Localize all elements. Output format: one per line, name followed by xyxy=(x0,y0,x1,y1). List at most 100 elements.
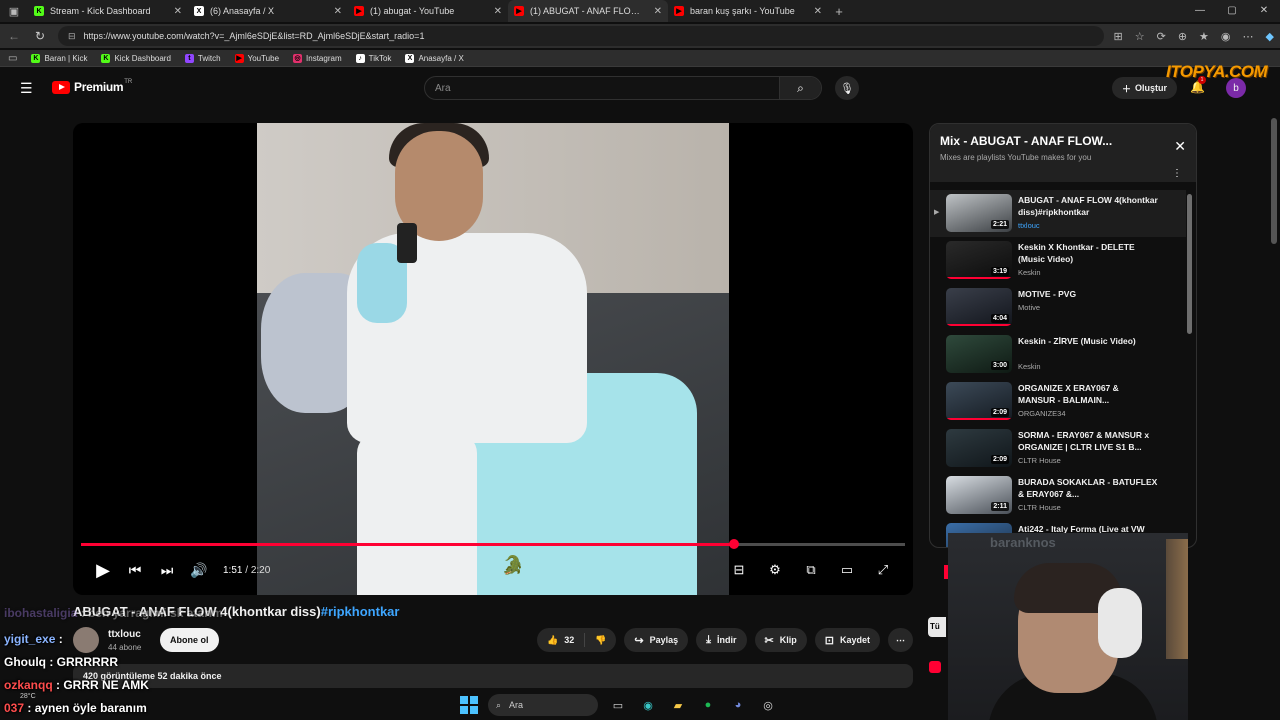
item-author: CLTR House xyxy=(1018,503,1061,512)
new-tab-button[interactable]: + xyxy=(828,4,850,19)
more-vertical-icon[interactable]: ⋮ xyxy=(1172,168,1182,179)
tab-close-icon[interactable]: ✕ xyxy=(334,6,342,17)
share-button[interactable]: ↪ Paylaş xyxy=(624,628,689,652)
item-title: MOTIVE - PVG xyxy=(1018,289,1077,299)
playlist-item[interactable]: 4:04 MOTIVE - PVG Motive xyxy=(930,284,1186,331)
bookmark-item[interactable]: X Anasayfa / X xyxy=(405,53,464,63)
video-player[interactable]: 🐊 ▶ ⏮ ⏭ 🔊 1:51 / 2:20 ⊟ ⚙ ⧉ ▭ ⤢ xyxy=(73,123,913,595)
notifications-button[interactable]: 🔔 1 xyxy=(1190,76,1206,94)
bookmarks-toggle-icon[interactable]: ▭ xyxy=(8,53,17,64)
previous-icon[interactable]: ⏮ xyxy=(119,562,151,579)
copilot-icon[interactable]: ◆ xyxy=(1266,30,1274,43)
subtitles-icon[interactable]: ⊟ xyxy=(723,562,755,578)
youtube-icon: ▶ xyxy=(354,6,364,16)
playlist-item[interactable]: ▶ 2:21 ABUGAT - ANAF FLOW 4(khontkar dis… xyxy=(930,190,1186,237)
next-icon[interactable]: ⏭ xyxy=(151,562,183,579)
fullscreen-icon[interactable]: ⤢ xyxy=(867,562,899,578)
playlist-thumbnail: 4:04 xyxy=(946,288,1012,326)
browser-tab[interactable]: K Stream - Kick Dashboard ✕ xyxy=(28,0,188,22)
tab-close-icon[interactable]: ✕ xyxy=(494,6,502,17)
obs-icon[interactable]: ◎ xyxy=(758,695,778,715)
chat-username[interactable]: yigit_exe xyxy=(4,632,55,646)
volume-icon[interactable]: 🔊 xyxy=(183,562,215,579)
apps-icon[interactable]: ⊞ xyxy=(1114,30,1123,43)
settings-gear-icon[interactable]: ⚙ xyxy=(759,562,791,578)
sponsor-watermark: ITOPYA.COM xyxy=(1166,62,1268,81)
hashtag-link[interactable]: #ripkhontkar xyxy=(321,604,400,619)
bookmark-item[interactable]: K Kick Dashboard xyxy=(101,53,171,63)
like-button[interactable]: 👍 32 xyxy=(537,628,584,652)
side-chip[interactable]: Tü xyxy=(928,617,946,637)
progress-bar[interactable] xyxy=(81,539,905,549)
search-button[interactable]: ⌕ xyxy=(779,77,821,99)
browser-tab[interactable]: ▶ baran kuş şarkı - YouTube ✕ xyxy=(668,0,828,22)
weather-widget[interactable]: 28°C xyxy=(20,693,36,700)
subscribe-button[interactable]: Abone ol xyxy=(160,628,219,652)
bookmark-item[interactable]: ▶ YouTube xyxy=(234,53,279,63)
favorites-icon[interactable]: ★ xyxy=(1199,30,1209,43)
more-menu-icon[interactable]: ⋯ xyxy=(1243,30,1254,43)
taskbar-search[interactable]: ⌕ Ara xyxy=(488,694,598,716)
tab-close-icon[interactable]: ✕ xyxy=(814,6,822,17)
profile-icon[interactable]: ◉ xyxy=(1221,30,1231,43)
split-screen-icon[interactable]: ⊕ xyxy=(1178,30,1187,43)
channel-avatar[interactable] xyxy=(73,627,99,653)
bookmark-item[interactable]: ◎ Instagram xyxy=(293,53,342,63)
reload-button[interactable]: ↻ xyxy=(32,29,48,43)
playlist-item[interactable]: 2:09 ORGANIZE X ERAY067 & MANSUR - BALMA… xyxy=(930,378,1186,425)
back-button[interactable]: ← xyxy=(6,29,22,43)
guide-menu-icon[interactable]: ☰ xyxy=(20,80,33,97)
bookmark-item[interactable]: K Baran | Kick xyxy=(31,53,87,63)
playlist-item[interactable]: 3:00 Keskin - ZİRVE (Music Video) Keskin xyxy=(930,331,1186,378)
chat-message: ibohastaligia : ben yarragimi sk atarim xyxy=(4,606,223,620)
chat-username[interactable]: Ghoulq xyxy=(4,655,46,669)
channel-name[interactable]: ttxlouc xyxy=(108,629,141,640)
bookmark-item[interactable]: ♪ TikTok xyxy=(355,53,391,63)
chat-username[interactable]: ozkanqq xyxy=(4,678,53,692)
maximize-button[interactable]: ▢ xyxy=(1216,0,1248,22)
voice-search-button[interactable]: 🎙 xyxy=(835,76,859,100)
download-button[interactable]: ⤓ İndir xyxy=(696,628,747,652)
search-input[interactable]: Ara xyxy=(425,83,779,94)
browser-tab[interactable]: X (6) Anasayfa / X ✕ xyxy=(188,0,348,22)
playlist-item[interactable]: 3:19 Keskin X Khontkar - DELETE (Music V… xyxy=(930,237,1186,284)
url-field[interactable]: ⊟ https://www.youtube.com/watch?v=_Ajml6… xyxy=(58,26,1104,46)
tab-close-icon[interactable]: ✕ xyxy=(654,6,662,17)
minimize-button[interactable]: — xyxy=(1184,0,1216,22)
site-info-icon[interactable]: ⊟ xyxy=(68,31,76,42)
playlist-item[interactable]: 2:09 SORMA - ERAY067 & MANSUR x ORGANIZE… xyxy=(930,425,1186,472)
chat-username[interactable]: ibohastaligia xyxy=(4,606,77,620)
playlist-item[interactable]: 2:11 BURADA SOKAKLAR - BATUFLEX & ERAY06… xyxy=(930,472,1186,519)
browser-tab[interactable]: ▶ (1) abugat - YouTube ✕ xyxy=(348,0,508,22)
windows-start-icon[interactable] xyxy=(460,696,478,714)
clip-button[interactable]: ✂ Klip xyxy=(754,628,807,652)
tab-close-icon[interactable]: ✕ xyxy=(174,6,182,17)
extensions-icon[interactable]: ⟳ xyxy=(1157,30,1166,43)
playlist-title[interactable]: Mix - ABUGAT - ANAF FLOW... xyxy=(940,134,1112,148)
tab-actions-icon[interactable]: ▣ xyxy=(0,0,28,22)
clip-label: Klip xyxy=(779,635,797,645)
dislike-button[interactable]: 👎 xyxy=(585,628,616,652)
bookmark-item[interactable]: t Twitch xyxy=(184,53,221,63)
close-window-button[interactable]: ✕ xyxy=(1248,0,1280,22)
page-scrollbar[interactable] xyxy=(1271,118,1277,244)
discord-icon[interactable]: ◕ xyxy=(728,695,748,715)
miniplayer-icon[interactable]: ⧉ xyxy=(795,562,827,578)
favorite-star-icon[interactable]: ☆ xyxy=(1135,30,1145,43)
edge-icon[interactable]: ◉ xyxy=(638,695,658,715)
progress-played xyxy=(81,543,735,546)
more-actions-button[interactable]: ⋯ xyxy=(888,628,913,652)
play-icon[interactable]: ▶ xyxy=(87,560,119,581)
browser-tab[interactable]: ▶ (1) ABUGAT - ANAF FLOW 4(khont ✕ xyxy=(508,0,668,22)
file-explorer-icon[interactable]: ▰ xyxy=(668,695,688,715)
scrubber-handle[interactable] xyxy=(729,539,740,549)
task-view-icon[interactable]: ▭ xyxy=(608,695,628,715)
description-box[interactable]: 420 görüntüleme 52 dakika önce xyxy=(73,664,913,688)
save-button[interactable]: ⊡ Kaydet xyxy=(814,628,880,652)
close-icon[interactable]: ✕ xyxy=(1174,138,1186,155)
playlist-scrollbar[interactable] xyxy=(1187,194,1192,334)
spotify-icon[interactable]: ● xyxy=(698,695,718,715)
youtube-logo[interactable]: Premium TR xyxy=(52,79,132,94)
chat-username[interactable]: 037 xyxy=(4,701,24,715)
theater-mode-icon[interactable]: ▭ xyxy=(831,562,863,578)
